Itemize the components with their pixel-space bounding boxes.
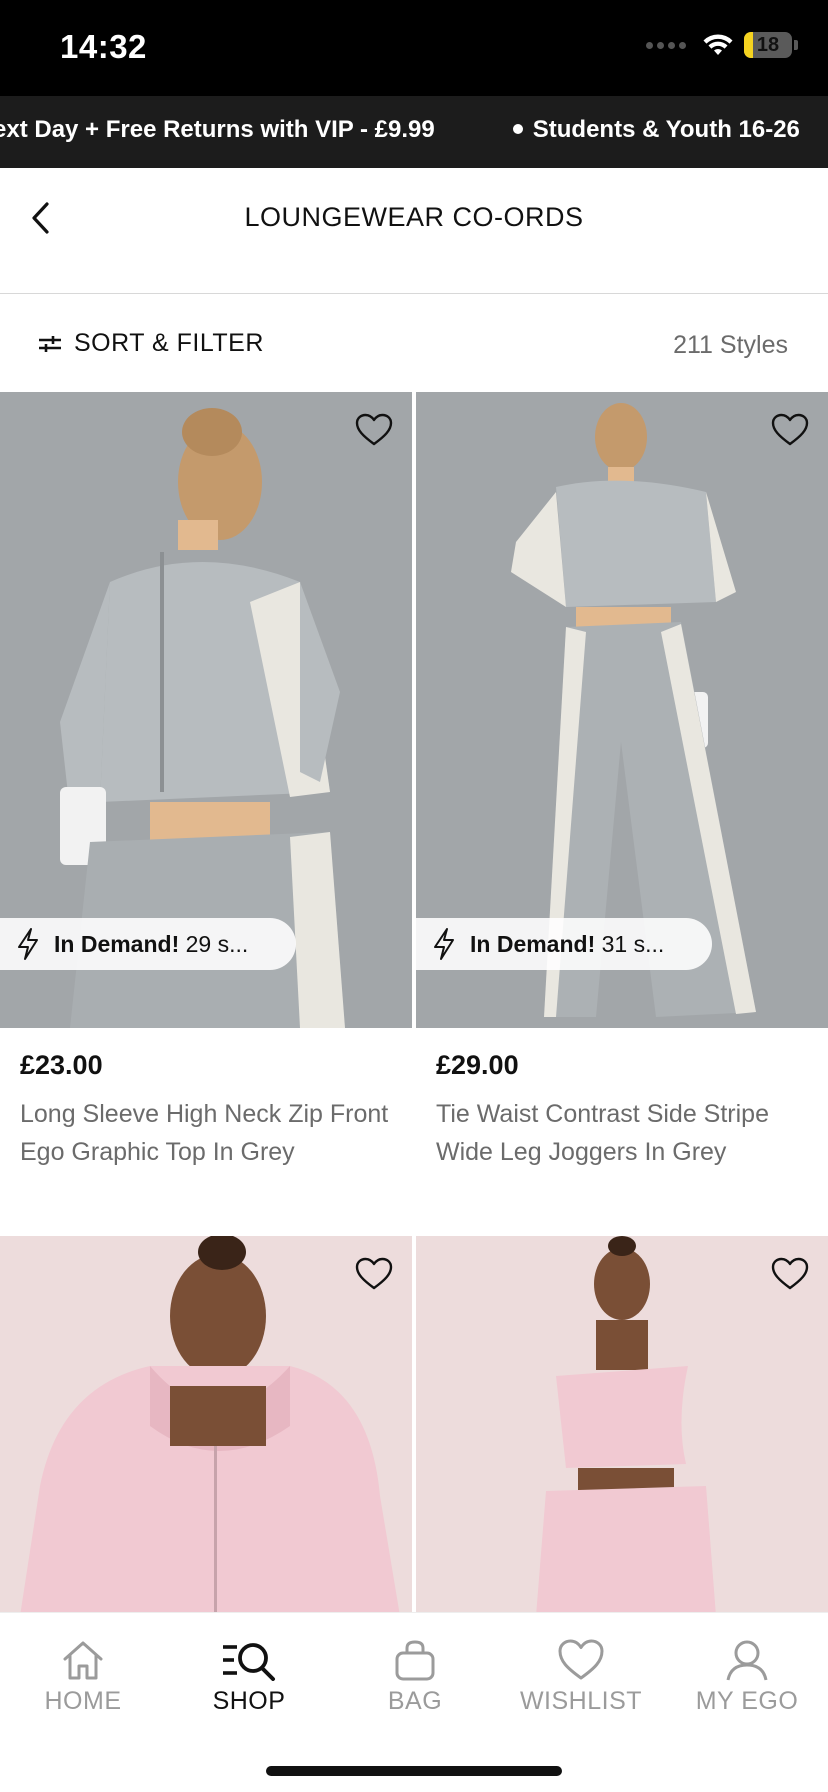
tab-label: MY EGO: [695, 1687, 799, 1715]
heart-icon: [355, 413, 393, 446]
product-info[interactable]: £29.00 Tie Waist Contrast Side Stripe Wi…: [416, 1028, 828, 1171]
badge-title: In Demand!: [54, 930, 180, 957]
sort-filter-button[interactable]: SORT & FILTER: [38, 329, 264, 358]
product-card[interactable]: [0, 1236, 412, 1616]
product-info[interactable]: £23.00 Long Sleeve High Neck Zip Front E…: [0, 1028, 412, 1171]
wishlist-button[interactable]: [354, 410, 394, 450]
wishlist-button[interactable]: [354, 1254, 394, 1294]
product-card[interactable]: In Demand! 29 s... £23.00 Long Sleeve Hi…: [0, 392, 412, 1171]
badge-detail: 31 s...: [601, 930, 665, 957]
badge-title: In Demand!: [470, 930, 596, 957]
page-title: LOUNGEWEAR CO-ORDS: [244, 202, 584, 232]
promo-item-students: Students & Youth 16-26: [512, 116, 800, 144]
home-icon: [63, 1641, 103, 1680]
promo-banner[interactable]: ext Day + Free Returns with VIP - £9.99 …: [0, 96, 828, 168]
tab-label: SHOP: [212, 1687, 286, 1715]
tab-label: BAG: [387, 1687, 443, 1715]
wifi-icon: [703, 34, 733, 55]
tab-wishlist[interactable]: WISHLIST: [498, 1631, 664, 1716]
wishlist-button[interactable]: [770, 1254, 810, 1294]
tab-my-ego[interactable]: MY EGO: [664, 1631, 828, 1716]
product-price: £29.00: [436, 1050, 519, 1080]
status-bar: 14:32 18: [0, 0, 828, 96]
signal-icon: [646, 41, 686, 49]
heart-icon: [771, 1257, 809, 1290]
shop-search-icon: [223, 1643, 275, 1681]
sort-filter-label: SORT & FILTER: [74, 329, 264, 357]
product-card[interactable]: In Demand! 31 s... £29.00 Tie Waist Cont…: [416, 392, 828, 1171]
tab-shop[interactable]: SHOP: [166, 1631, 332, 1716]
product-photo-pink-hoodie: [0, 1236, 412, 1616]
in-demand-badge: In Demand! 29 s...: [0, 918, 296, 970]
heart-icon: [558, 1639, 604, 1680]
heart-icon: [771, 413, 809, 446]
battery-icon: 18: [744, 32, 792, 58]
product-image[interactable]: [0, 1236, 412, 1616]
tab-label: HOME: [44, 1687, 122, 1715]
home-indicator[interactable]: [266, 1766, 562, 1776]
filter-bar: SORT & FILTER 211 Styles: [0, 294, 828, 392]
product-photo-pink-set: [416, 1236, 828, 1616]
product-image[interactable]: In Demand! 31 s...: [416, 392, 828, 1028]
sliders-icon: [39, 335, 61, 352]
promo-item-vip: ext Day + Free Returns with VIP - £9.99: [0, 116, 435, 143]
battery-level: 18: [756, 34, 780, 56]
product-card[interactable]: [416, 1236, 828, 1616]
product-name: Tie Waist Contrast Side Stripe Wide Leg …: [436, 1100, 769, 1166]
product-image[interactable]: In Demand! 29 s...: [0, 392, 412, 1028]
tab-label: WISHLIST: [519, 1687, 643, 1715]
product-image[interactable]: [416, 1236, 828, 1616]
tab-home[interactable]: HOME: [0, 1631, 166, 1716]
lightning-icon: [434, 928, 454, 960]
promo-track: ext Day + Free Returns with VIP - £9.99 …: [0, 116, 828, 144]
product-name: Long Sleeve High Neck Zip Front Ego Grap…: [20, 1100, 389, 1166]
styles-count: 211 Styles: [673, 331, 788, 359]
lightning-icon: [18, 928, 38, 960]
status-time: 14:32: [60, 28, 147, 65]
page-header: LOUNGEWEAR CO-ORDS: [0, 168, 828, 294]
status-icons: 18: [646, 32, 798, 58]
product-price: £23.00: [20, 1050, 103, 1080]
bag-icon: [395, 1640, 435, 1681]
badge-detail: 29 s...: [185, 930, 249, 957]
heart-icon: [355, 1257, 393, 1290]
bullet-icon: [512, 123, 523, 134]
wishlist-button[interactable]: [770, 410, 810, 450]
user-icon: [726, 1640, 768, 1681]
in-demand-badge: In Demand! 31 s...: [416, 918, 712, 970]
tab-bar: HOME SHOP BAG WISHLIST MY EGO: [0, 1612, 828, 1792]
tab-bag[interactable]: BAG: [332, 1631, 498, 1716]
